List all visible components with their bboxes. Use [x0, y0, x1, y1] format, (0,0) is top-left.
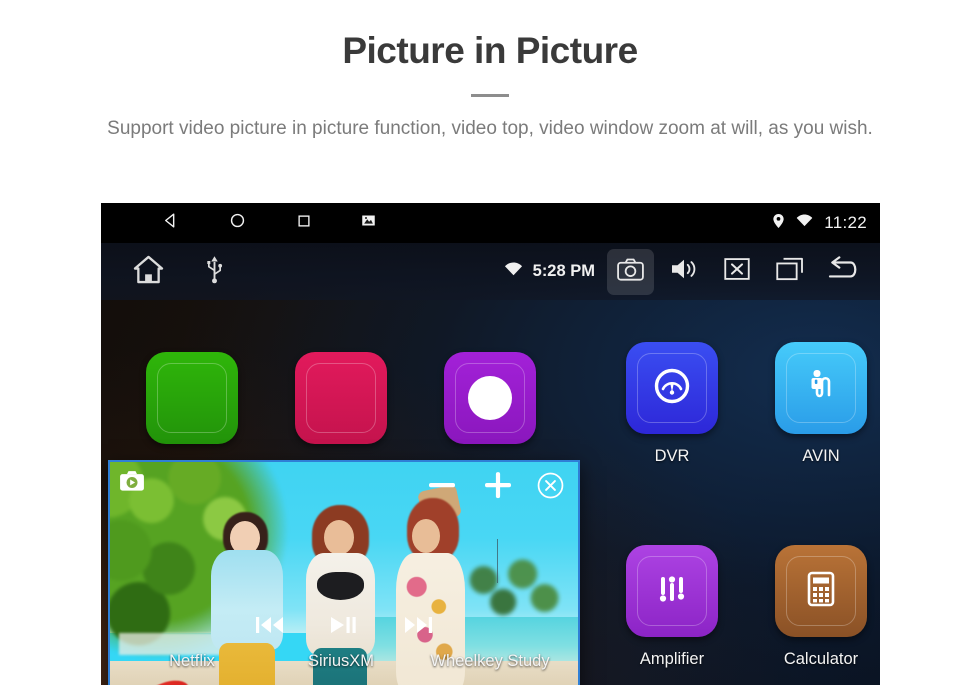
calculator-icon: [798, 566, 844, 617]
camera-button[interactable]: [607, 248, 654, 295]
app-calculator[interactable]: Calculator: [755, 545, 880, 669]
app-label-netflix: Netflix: [169, 652, 215, 670]
volume-icon: [670, 257, 698, 286]
toolbar-left-group: [133, 255, 223, 289]
app-amplifier[interactable]: Amplifier: [606, 545, 738, 669]
android-nav-buttons: [161, 211, 376, 235]
close-button[interactable]: [713, 249, 760, 295]
app-tile-calculator[interactable]: [775, 545, 867, 637]
title-divider: [471, 93, 509, 97]
toolbar-right-group: 5:28 PM: [504, 243, 866, 300]
back-triangle-icon[interactable]: [161, 211, 180, 235]
app-label-avin: AVIN: [802, 447, 840, 465]
app-tile-netflix[interactable]: [146, 352, 238, 444]
next-track-icon[interactable]: [403, 614, 433, 641]
app-avin[interactable]: AVIN: [755, 342, 880, 466]
app-label-amplifier: Amplifier: [639, 650, 705, 668]
app-label-siriusxm: SiriusXM: [307, 652, 374, 670]
app-label-calculator: Calculator: [783, 650, 859, 668]
app-label-dvr: DVR: [654, 447, 690, 465]
home-circle-icon[interactable]: [228, 211, 247, 235]
camera-icon: [617, 258, 644, 286]
close-box-icon: [723, 258, 750, 285]
page-subtitle: Support video picture in picture functio…: [107, 117, 873, 139]
usb-icon[interactable]: [206, 255, 223, 289]
screenshot-image-icon[interactable]: [361, 213, 376, 233]
pip-capture-button[interactable]: [119, 470, 145, 497]
pip-zoom-in-button[interactable]: [481, 468, 515, 507]
previous-track-icon[interactable]: [255, 614, 285, 641]
app-tile-wheelkey-study[interactable]: [444, 352, 536, 444]
app-dvr[interactable]: DVR: [606, 342, 738, 466]
wifi-icon: [796, 214, 813, 232]
app-label-wheelkey-study: Wheelkey Study: [430, 652, 550, 670]
volume-button[interactable]: [660, 249, 707, 295]
app-tile-amplifier[interactable]: [626, 545, 718, 637]
av-plug-icon: [797, 362, 845, 415]
status-bar-right: 11:22: [772, 203, 867, 243]
pip-close-button[interactable]: [537, 472, 564, 504]
page-title: Picture in Picture: [342, 30, 638, 71]
recents-square-icon[interactable]: [295, 212, 313, 235]
status-bar-clock: 11:22: [824, 213, 867, 232]
play-pause-icon[interactable]: [329, 614, 359, 641]
location-pin-icon: [772, 213, 785, 234]
back-button[interactable]: [819, 249, 866, 295]
app-tile-siriusxm[interactable]: [295, 352, 387, 444]
recent-apps-icon: [775, 257, 804, 286]
pip-window-controls: [425, 468, 564, 507]
home-icon[interactable]: [133, 255, 164, 289]
pip-playback-controls: [255, 614, 433, 641]
app-tile-dvr[interactable]: [626, 342, 718, 434]
pip-zoom-out-button[interactable]: [425, 468, 459, 507]
equalizer-icon: [648, 565, 696, 618]
device-screen: 11:22 5:28 PM DVR AVIN Amplifier Calcula…: [101, 203, 880, 685]
page-header: Picture in Picture Support video picture…: [0, 0, 980, 142]
toolbar-wifi-time: 5:28 PM: [504, 262, 595, 281]
video-capture-icon: [119, 471, 145, 496]
android-status-bar: 11:22: [101, 203, 880, 243]
video-mast: [496, 539, 499, 584]
back-arrow-icon: [826, 256, 860, 287]
app-toolbar: 5:28 PM: [101, 243, 880, 300]
app-grid: DVR AVIN Amplifier Calculator Netflix Si…: [101, 300, 880, 685]
gauge-icon: [648, 362, 696, 415]
recent-apps-button[interactable]: [766, 249, 813, 295]
wifi-icon: [504, 262, 523, 281]
toolbar-clock: 5:28 PM: [532, 262, 595, 280]
app-tile-avin[interactable]: [775, 342, 867, 434]
